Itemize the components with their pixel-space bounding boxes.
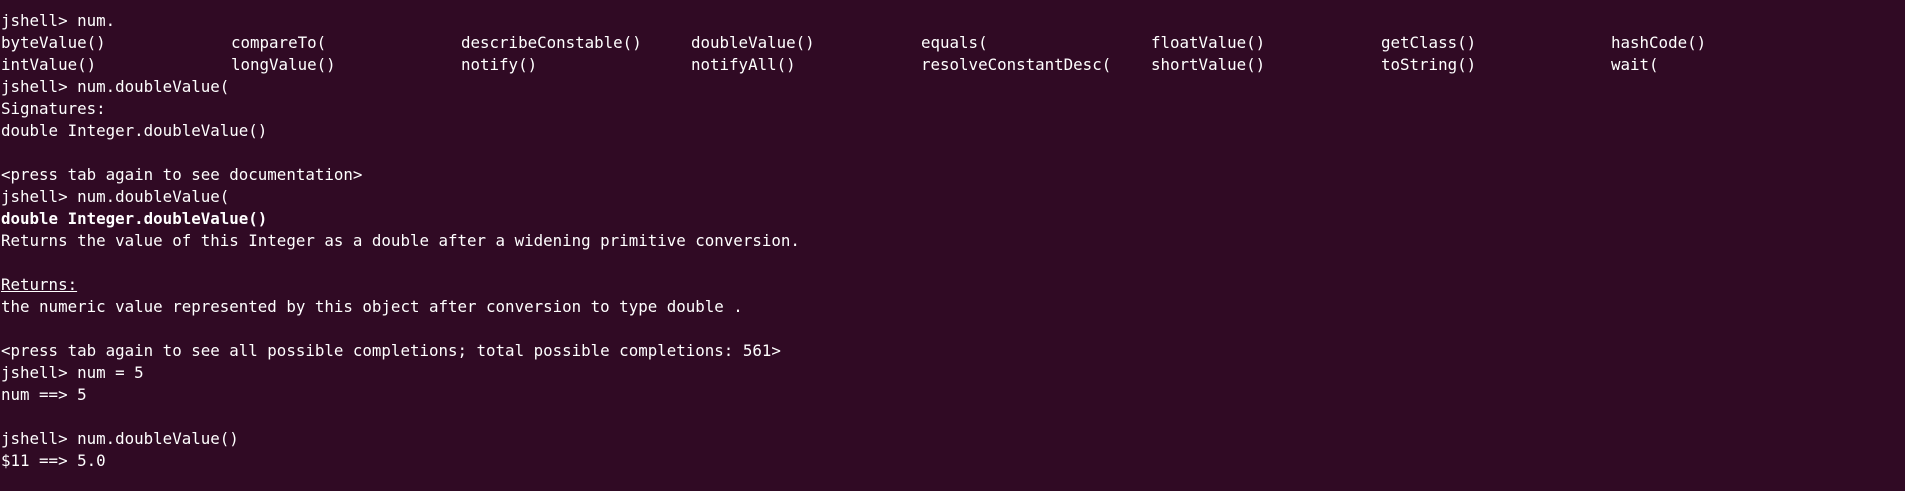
completion-item: wait(	[1611, 55, 1659, 74]
signature-text: double Integer.doubleValue()	[1, 121, 268, 140]
prompt-line: jshell> num.doubleValue(	[1, 77, 230, 96]
output-line: num ==> 5	[1, 385, 87, 404]
output-line: $11 ==> 5.0	[1, 451, 106, 470]
prompt-line: jshell> num.	[1, 11, 116, 30]
completion-item: compareTo(	[231, 33, 327, 52]
terminal-window[interactable]: jshell> num. byteValue() compareTo( desc…	[0, 0, 1905, 491]
completions-row: byteValue() compareTo( describeConstable…	[1, 32, 1905, 54]
completion-item: hashCode()	[1611, 33, 1707, 52]
completion-item: equals(	[921, 33, 988, 52]
returns-label: Returns:	[1, 275, 78, 294]
completion-item: shortValue()	[1151, 55, 1266, 74]
prompt-line: jshell> num.doubleValue(	[1, 187, 230, 206]
completion-item: intValue()	[1, 55, 97, 74]
completion-item: resolveConstantDesc(	[921, 55, 1112, 74]
doc-description: Returns the value of this Integer as a d…	[1, 231, 800, 250]
completions-row: intValue() longValue() notify() notifyAl…	[1, 54, 1905, 76]
completion-item: notify()	[461, 55, 538, 74]
prompt-line: jshell> num.doubleValue()	[1, 429, 239, 448]
hint-line: <press tab again to see documentation>	[1, 165, 363, 184]
signatures-header: Signatures:	[1, 99, 106, 118]
completion-item: toString()	[1381, 55, 1477, 74]
completion-item: byteValue()	[1, 33, 106, 52]
completion-item: describeConstable()	[461, 33, 642, 52]
prompt-line: jshell> num = 5	[1, 363, 144, 382]
completion-item: doubleValue()	[691, 33, 815, 52]
completion-item: notifyAll()	[691, 55, 796, 74]
completion-item: longValue()	[231, 55, 336, 74]
doc-signature: double Integer.doubleValue()	[1, 209, 268, 228]
completion-item: getClass()	[1381, 33, 1477, 52]
returns-description: the numeric value represented by this ob…	[1, 297, 743, 316]
returns-line: Returns:	[1, 274, 1905, 296]
hint-line: <press tab again to see all possible com…	[1, 341, 781, 360]
completion-item: floatValue()	[1151, 33, 1266, 52]
